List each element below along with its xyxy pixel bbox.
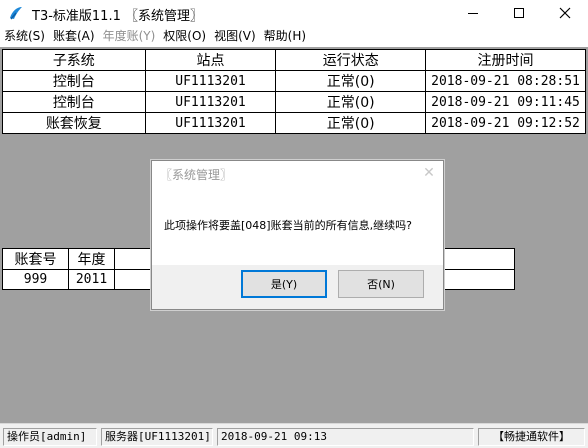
sessions-table: 子系统 站点 运行状态 注册时间 控制台 UF1113201 正常(0) 201… [2, 49, 586, 134]
cell-status: 正常(0) [275, 91, 427, 113]
column-header-year[interactable]: 年度 [68, 248, 115, 270]
close-icon [559, 7, 571, 19]
confirm-dialog: 〖系统管理〗 ✕ 此项操作将要盖[048]账套当前的所有信息,继续吗? 是(Y)… [151, 160, 444, 310]
cell-register-time: 2018-09-21 09:12:52 [425, 112, 586, 134]
menu-account[interactable]: 账套(A) [49, 26, 99, 47]
table-row[interactable]: 账套恢复 UF1113201 正常(0) 2018-09-21 09:12:52 [2, 112, 586, 134]
cell-subsystem: 账套恢复 [2, 112, 146, 134]
cell-subsystem: 控制台 [2, 70, 146, 92]
cell-account-number: 999 [2, 269, 69, 290]
table-row[interactable]: 控制台 UF1113201 正常(0) 2018-09-21 08:28:51 [2, 70, 586, 92]
cell-site: UF1113201 [144, 91, 277, 113]
maximize-button[interactable] [496, 0, 542, 26]
column-header-subsystem[interactable]: 子系统 [2, 49, 146, 71]
minimize-button[interactable] [450, 0, 496, 26]
cell-register-time: 2018-09-21 08:28:51 [425, 70, 586, 92]
menu-help[interactable]: 帮助(H) [260, 26, 310, 47]
status-operator: 操作员[admin] [3, 428, 97, 446]
table-header-row: 子系统 站点 运行状态 注册时间 [2, 49, 586, 71]
menu-bar: 系统(S) 账套(A) 年度账(Y) 权限(O) 视图(V) 帮助(H) [0, 26, 588, 47]
dialog-footer: 是(Y) 否(N) [152, 265, 443, 309]
cell-status: 正常(0) [275, 70, 427, 92]
cell-status: 正常(0) [275, 112, 427, 134]
menu-view[interactable]: 视图(V) [210, 26, 260, 47]
cell-site: UF1113201 [144, 70, 277, 92]
window-title: T3-标准版11.1 〖系统管理〗 [32, 9, 203, 24]
dialog-close-icon[interactable]: ✕ [421, 165, 437, 181]
column-header-site[interactable]: 站点 [144, 49, 277, 71]
close-button[interactable] [542, 0, 588, 26]
column-header-register-time[interactable]: 注册时间 [425, 49, 586, 71]
status-server: 服务器[UF1113201] [101, 428, 213, 446]
dialog-title-bar[interactable]: 〖系统管理〗 ✕ [152, 161, 443, 185]
cell-subsystem: 控制台 [2, 91, 146, 113]
app-icon [10, 7, 22, 20]
yes-button[interactable]: 是(Y) [241, 270, 327, 298]
maximize-icon [514, 8, 524, 18]
cell-site: UF1113201 [144, 112, 277, 134]
table-row[interactable]: 控制台 UF1113201 正常(0) 2018-09-21 09:11:45 [2, 91, 586, 113]
no-button[interactable]: 否(N) [338, 270, 424, 298]
menu-annual-account[interactable]: 年度账(Y) [99, 26, 160, 47]
minimize-icon [468, 12, 478, 14]
title-bar[interactable]: T3-标准版11.1 〖系统管理〗 [0, 0, 588, 26]
column-header-account-number[interactable]: 账套号 [2, 248, 69, 270]
cell-register-time: 2018-09-21 09:11:45 [425, 91, 586, 113]
menu-permission[interactable]: 权限(O) [159, 26, 210, 47]
dialog-title: 〖系统管理〗 [160, 168, 233, 182]
dialog-message: 此项操作将要盖[048]账套当前的所有信息,继续吗? [164, 219, 412, 232]
column-header-status[interactable]: 运行状态 [275, 49, 427, 71]
dialog-body: 此项操作将要盖[048]账套当前的所有信息,继续吗? [152, 185, 443, 265]
status-datetime: 2018-09-21 09:13 [217, 428, 474, 446]
menu-system[interactable]: 系统(S) [0, 26, 49, 47]
status-brand: 【畅捷通软件】 [478, 428, 585, 446]
status-bar: 操作员[admin] 服务器[UF1113201] 2018-09-21 09:… [0, 423, 588, 448]
cell-year: 2011 [68, 269, 115, 290]
